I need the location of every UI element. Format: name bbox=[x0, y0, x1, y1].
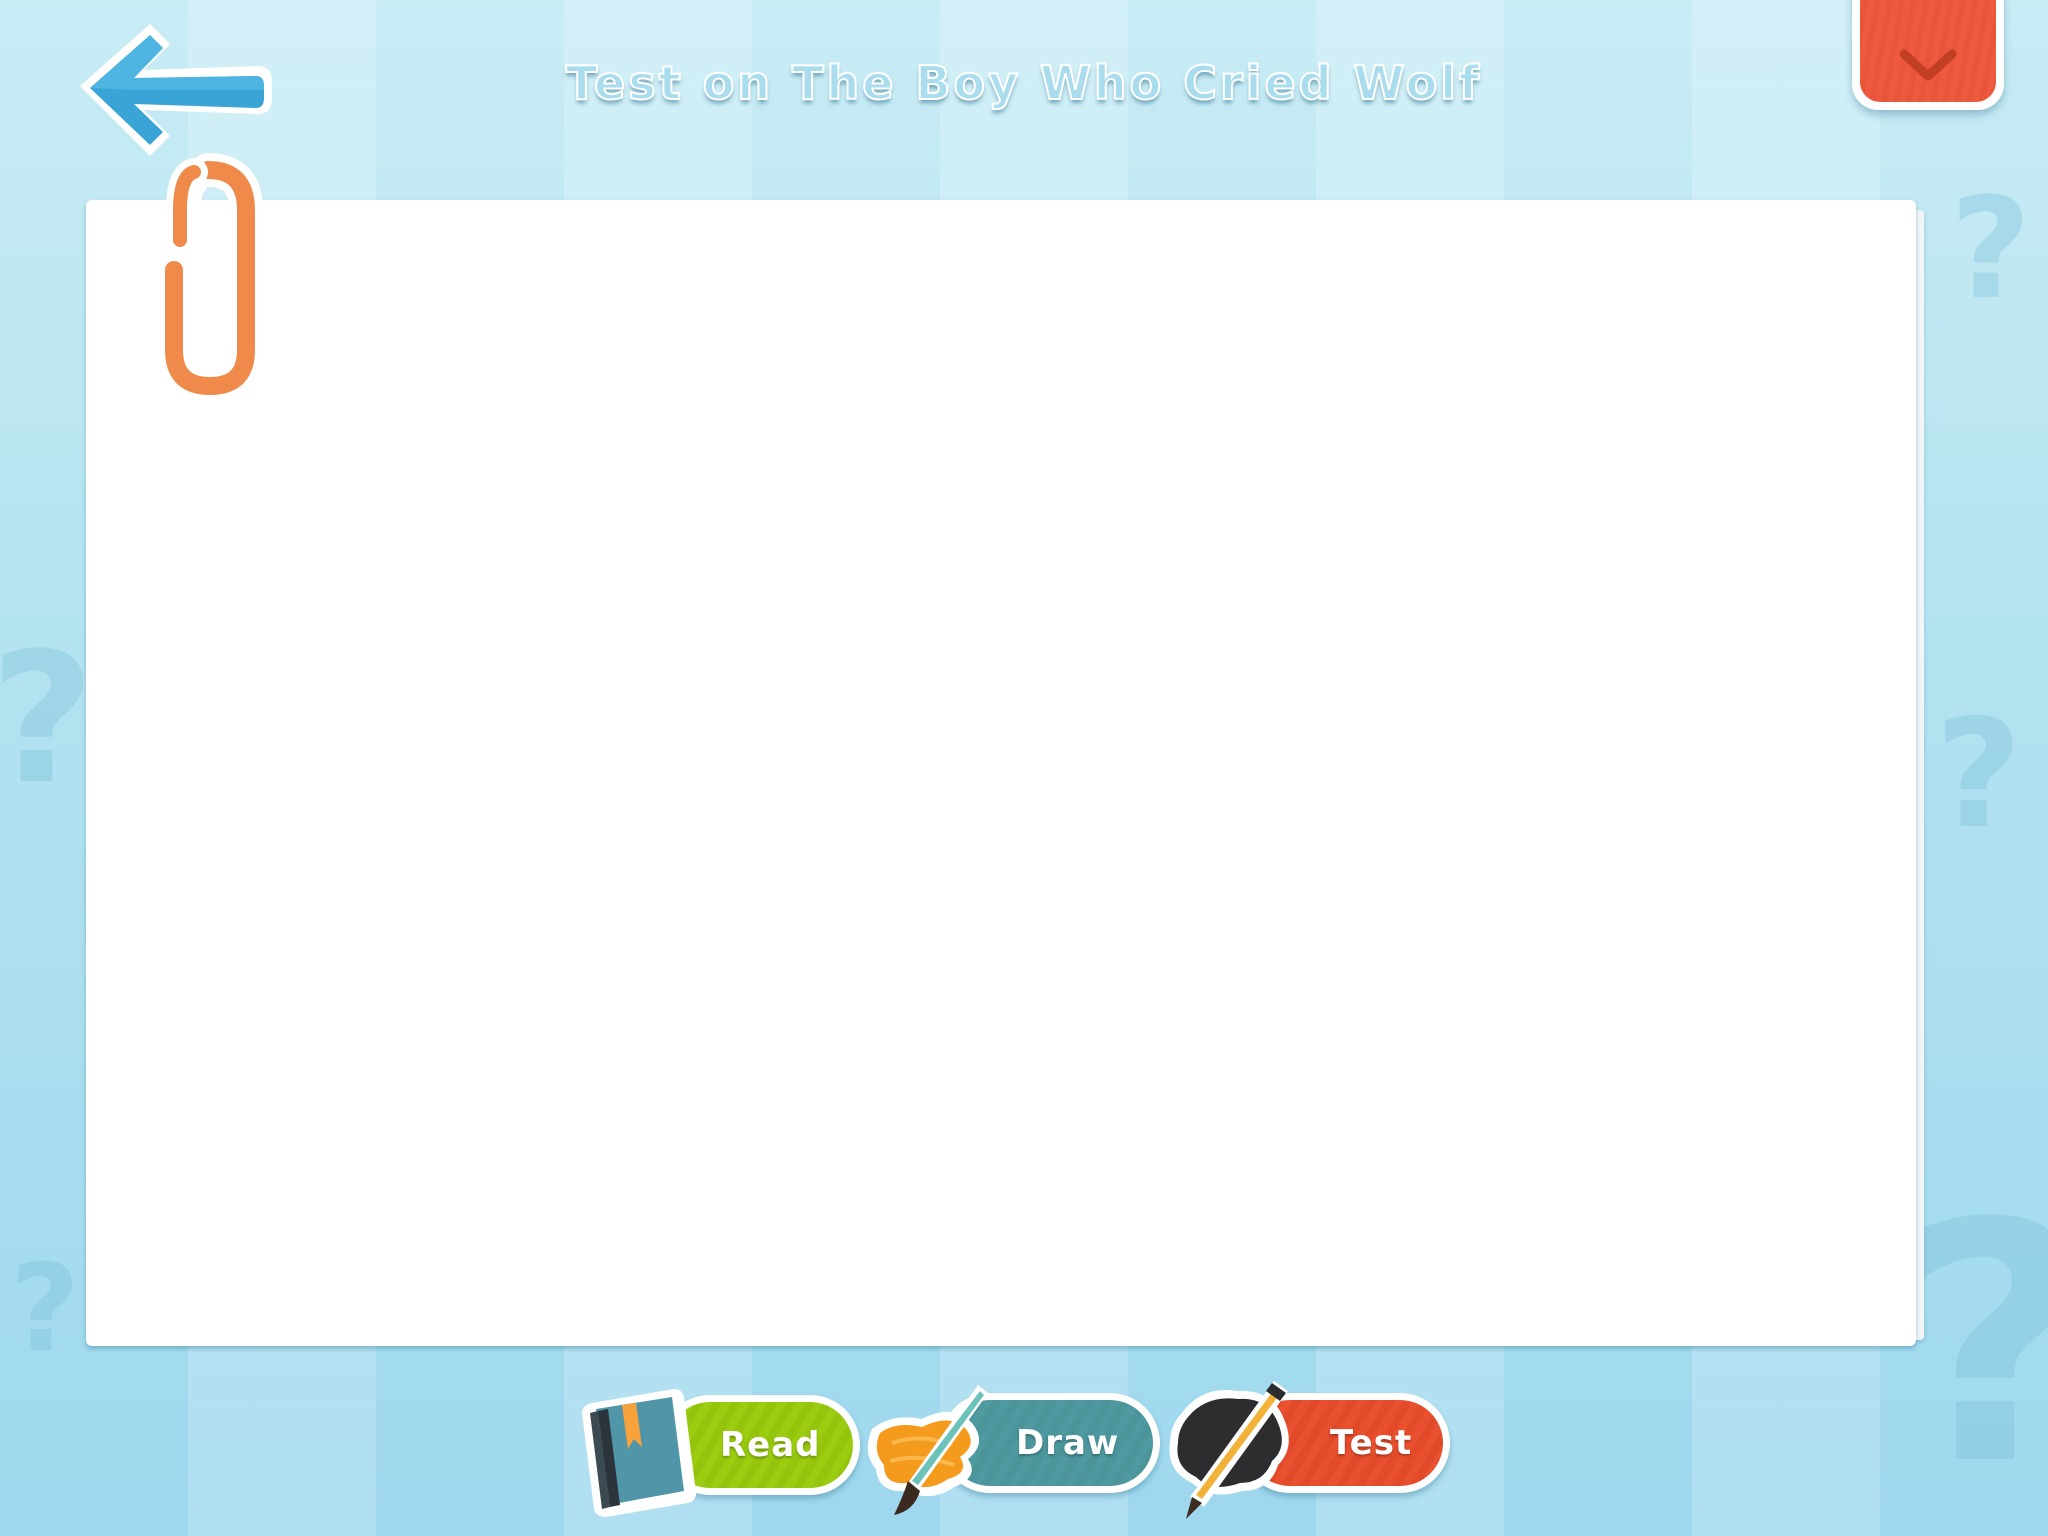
tab-draw[interactable]: Draw bbox=[867, 1385, 1160, 1515]
page-title: Test on The Boy Who Cried Wolf bbox=[565, 55, 1483, 111]
tab-read-label: Read bbox=[720, 1425, 821, 1465]
question-mark-decoration: ? bbox=[0, 615, 95, 824]
chevron-down-icon bbox=[1899, 49, 1957, 81]
book-icon bbox=[582, 1389, 696, 1517]
tab-read[interactable]: Read bbox=[582, 1389, 860, 1517]
tab-test-label: Test bbox=[1330, 1423, 1413, 1463]
question-mark-decoration: ? bbox=[1950, 168, 2032, 331]
paperclip-icon bbox=[157, 153, 263, 400]
pencil-icon bbox=[1169, 1381, 1289, 1519]
app-screen: ? ? ? ? ? Test on The Boy Who Cried Wolf bbox=[0, 0, 2048, 1536]
menu-dropdown-face bbox=[1860, 0, 1996, 102]
question-mark-decoration: ? bbox=[10, 1240, 80, 1379]
tab-draw-label: Draw bbox=[1016, 1423, 1120, 1463]
menu-dropdown-button[interactable] bbox=[1852, 0, 2004, 110]
test-paper bbox=[86, 200, 1916, 1346]
paintbrush-icon bbox=[867, 1385, 988, 1515]
tab-test[interactable]: Test bbox=[1169, 1381, 1450, 1519]
question-mark-decoration: ? bbox=[1935, 688, 2023, 862]
